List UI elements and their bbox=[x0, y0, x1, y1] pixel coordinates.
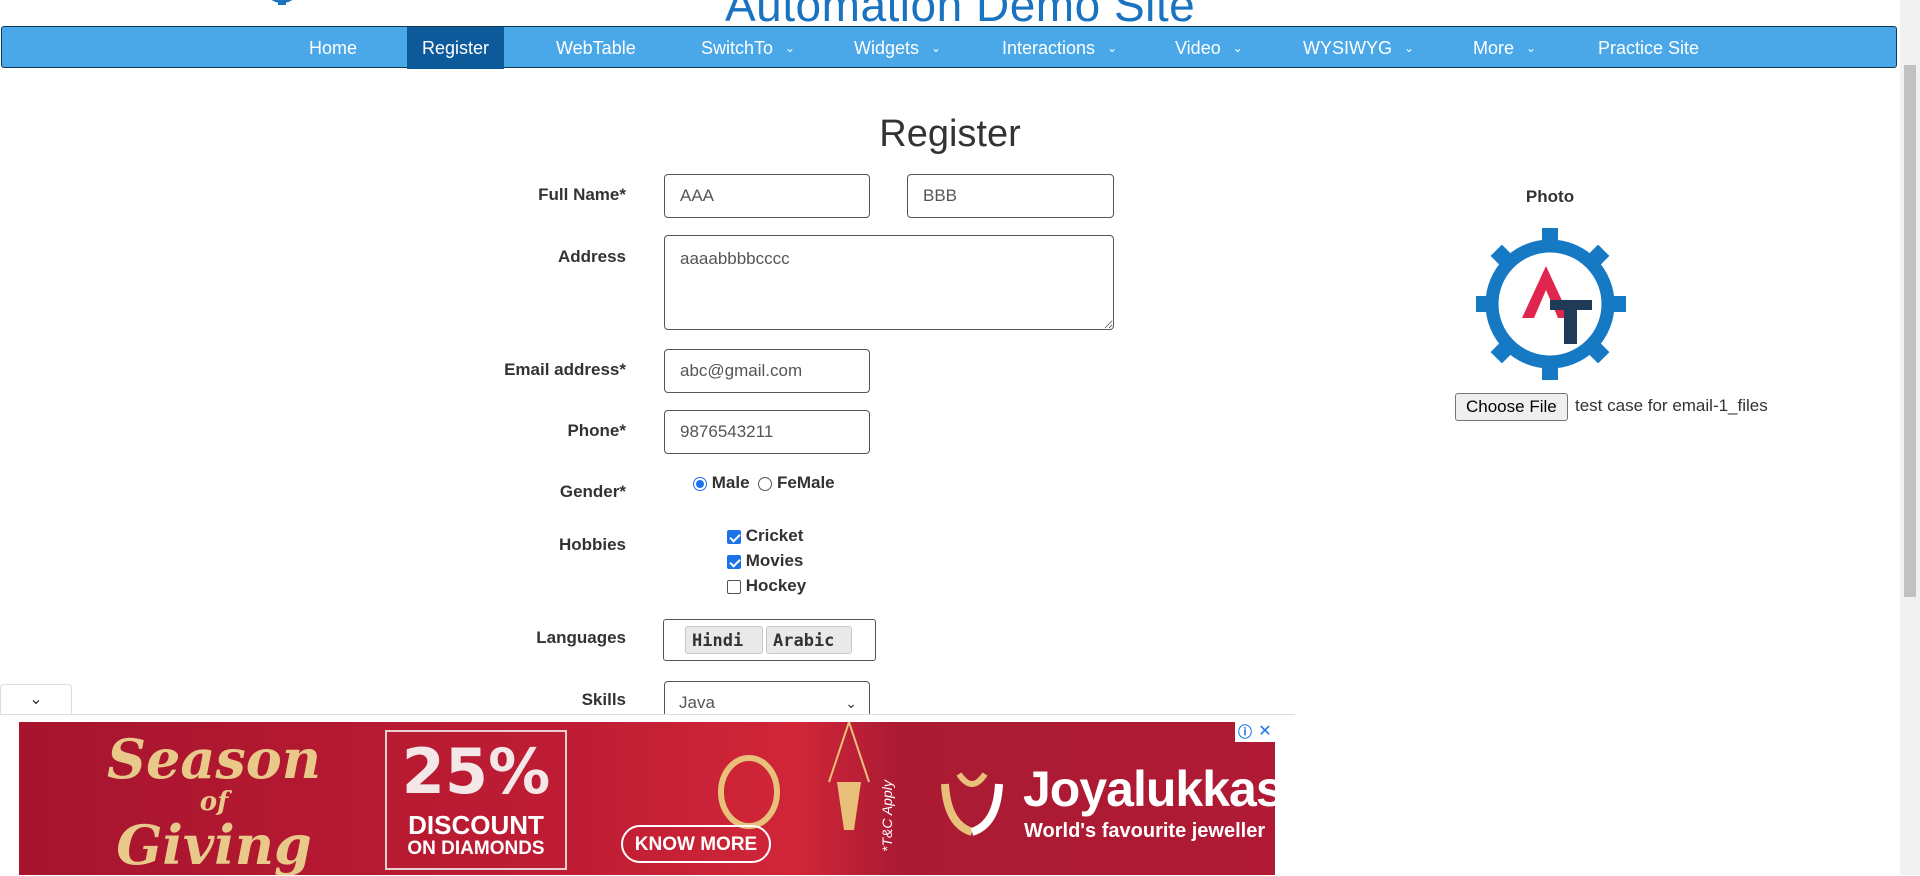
nav-home[interactable]: Home bbox=[309, 27, 357, 69]
jewellery-image bbox=[718, 722, 870, 830]
vertical-scrollbar[interactable] bbox=[1900, 0, 1920, 875]
ad-tc-text: *T&C Apply bbox=[879, 780, 895, 852]
last-name-input[interactable] bbox=[907, 174, 1114, 218]
ad-collapse-button[interactable]: ⌄ bbox=[0, 684, 72, 714]
site-logo-icon bbox=[271, 0, 293, 5]
ad-discount-line: ON DIAMONDS bbox=[407, 838, 545, 859]
nav-interactions-label: Interactions bbox=[1002, 38, 1096, 58]
ad-brand-name: Joyalukkas bbox=[1023, 761, 1275, 817]
chevron-down-icon: ⌄ bbox=[1107, 41, 1118, 55]
chevron-down-icon: ⌄ bbox=[1232, 41, 1243, 55]
choose-file-button[interactable]: Choose File bbox=[1455, 393, 1568, 421]
ad-season-line: Giving bbox=[116, 813, 312, 875]
ad-discount-line: DISCOUNT bbox=[408, 810, 544, 840]
nav-widgets-label: Widgets bbox=[854, 38, 920, 58]
nav-more[interactable]: More ⌄ bbox=[1473, 27, 1536, 69]
hobby-movies-checkbox[interactable] bbox=[727, 554, 741, 569]
skills-label: Skills bbox=[581, 690, 626, 709]
site-title: Automation Demo Site bbox=[725, 0, 1196, 26]
ad-know-more-button[interactable]: KNOW MORE bbox=[621, 825, 771, 863]
phone-label: Phone* bbox=[567, 421, 626, 440]
skills-selected-value: Java bbox=[679, 693, 715, 712]
hobby-hockey-label: Hockey bbox=[745, 576, 807, 595]
nav-video[interactable]: Video ⌄ bbox=[1175, 27, 1243, 69]
hobby-cricket-checkbox[interactable] bbox=[727, 529, 741, 544]
gender-male-radio[interactable] bbox=[693, 476, 707, 491]
hobbies-checkbox-group: Cricket Movies Hockey bbox=[727, 523, 806, 598]
ad-discount-box: 25% DISCOUNT ON DIAMONDS bbox=[385, 730, 567, 870]
page-title: Register bbox=[879, 113, 1021, 155]
address-label: Address bbox=[557, 247, 626, 266]
language-chip[interactable]: Hindi bbox=[685, 626, 763, 654]
hobbies-label: Hobbies bbox=[558, 535, 626, 554]
selected-file-name: test case for email-1_files bbox=[1575, 396, 1768, 415]
chevron-down-icon: ⌄ bbox=[1526, 41, 1537, 55]
nav-interactions[interactable]: Interactions ⌄ bbox=[1002, 27, 1117, 69]
ad-discount-percent: 25% bbox=[401, 735, 551, 808]
ad-banner[interactable]: Season of Giving 25% DISCOUNT ON DIAMOND… bbox=[19, 722, 1275, 875]
nav-more-label: More bbox=[1473, 38, 1515, 58]
hobby-hockey-checkbox[interactable] bbox=[727, 579, 741, 594]
phone-input[interactable] bbox=[664, 410, 870, 454]
nav-webtable[interactable]: WebTable bbox=[556, 27, 636, 69]
full-name-label: Full Name* bbox=[538, 185, 626, 204]
email-input[interactable] bbox=[664, 349, 870, 393]
scrollbar-thumb[interactable] bbox=[1904, 65, 1916, 597]
chevron-down-icon: ⌄ bbox=[1404, 41, 1415, 55]
nav-widgets[interactable]: Widgets ⌄ bbox=[854, 27, 941, 69]
ad-season-line: Season bbox=[106, 727, 322, 791]
ad-close-icon[interactable]: ✕ bbox=[1255, 722, 1275, 742]
first-name-input[interactable] bbox=[664, 174, 870, 218]
ad-tagline: World's favourite jeweller bbox=[1024, 820, 1266, 842]
gender-radio-group: Male FeMale bbox=[693, 473, 835, 493]
nav-video-label: Video bbox=[1175, 38, 1221, 58]
ad-season-line: of bbox=[199, 787, 229, 817]
chevron-down-icon: ⌄ bbox=[931, 41, 942, 55]
nav-switchto-label: SwitchTo bbox=[701, 38, 774, 58]
nav-register[interactable]: Register bbox=[407, 27, 504, 69]
gender-label: Gender* bbox=[559, 482, 626, 501]
gender-female-radio[interactable] bbox=[758, 476, 773, 491]
ad-season-text: Season of Giving bbox=[49, 730, 379, 874]
language-chip[interactable]: Arabic bbox=[766, 626, 852, 654]
hobby-cricket-label: Cricket bbox=[745, 526, 804, 545]
automation-testing-logo bbox=[1476, 228, 1626, 380]
photo-label: Photo bbox=[1525, 187, 1575, 206]
nav-wysiwyg[interactable]: WYSIWYG ⌄ bbox=[1303, 27, 1414, 69]
email-label: Email address* bbox=[504, 360, 626, 379]
languages-label: Languages bbox=[536, 628, 626, 647]
main-navbar: Home Register WebTable SwitchTo ⌄ Widgets… bbox=[1, 26, 1897, 69]
chevron-down-icon: ⌄ bbox=[29, 691, 43, 708]
gender-female-label: FeMale bbox=[777, 473, 835, 492]
nav-practice-site[interactable]: Practice Site bbox=[1598, 27, 1699, 69]
joyalukkas-logo-icon bbox=[941, 772, 1003, 836]
address-textarea[interactable]: aaaabbbbcccc bbox=[664, 235, 1114, 330]
chevron-down-icon: ⌄ bbox=[785, 41, 796, 55]
site-header: Automation Demo Site bbox=[0, 0, 1900, 26]
ad-info-icon[interactable]: ⓘ bbox=[1235, 722, 1255, 742]
nav-switchto[interactable]: SwitchTo ⌄ bbox=[701, 27, 795, 69]
nav-wysiwyg-label: WYSIWYG bbox=[1303, 38, 1392, 58]
languages-multiselect[interactable]: Hindi Arabic bbox=[663, 619, 876, 661]
hobby-movies-label: Movies bbox=[745, 551, 804, 570]
gender-male-label: Male bbox=[711, 473, 750, 492]
